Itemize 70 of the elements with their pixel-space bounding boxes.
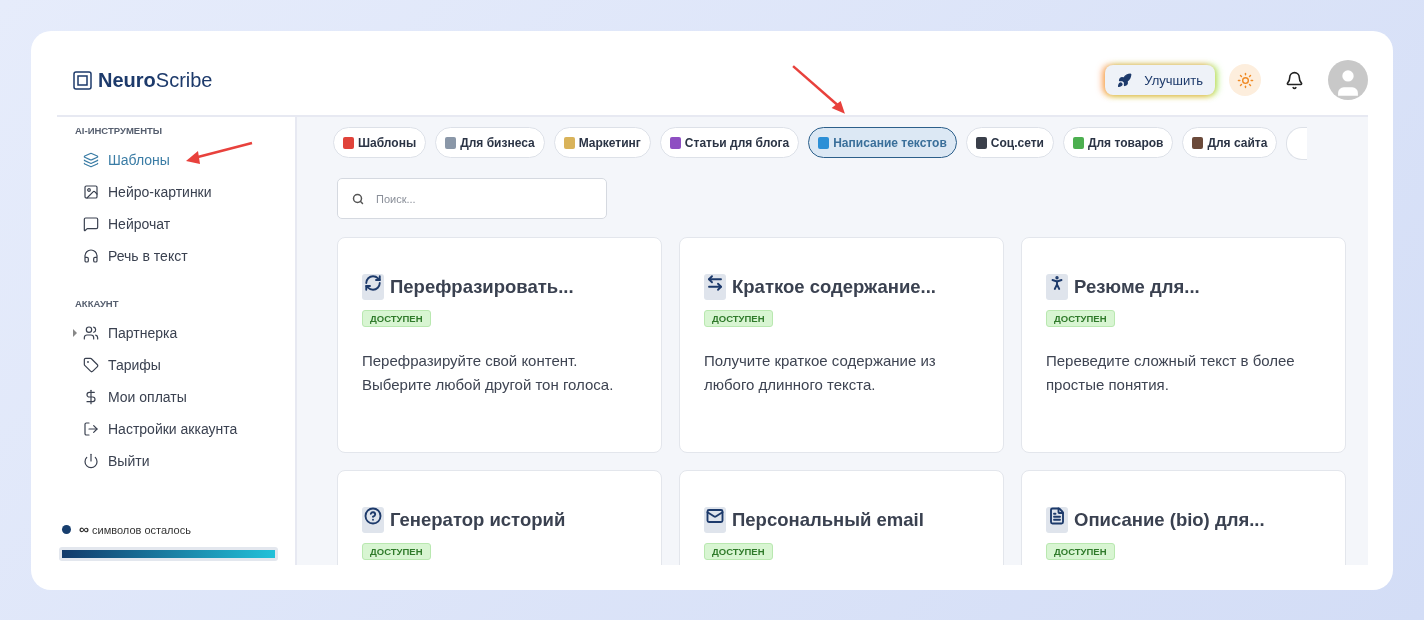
category-chip[interactable]: Статьи для блога — [659, 127, 800, 158]
template-card[interactable]: Генератор историй ДОСТУПЕН — [337, 470, 662, 565]
chat-icon — [83, 216, 99, 232]
logout-icon — [83, 421, 99, 437]
question-icon — [362, 507, 384, 533]
status-badge: ДОСТУПЕН — [704, 310, 773, 327]
tag-icon — [83, 357, 99, 373]
template-description: Переведите сложный текст в более простые понятия. — [1046, 351, 1296, 395]
status-badge: ДОСТУПЕН — [704, 543, 773, 560]
sidebar-item[interactable]: Тарифы — [57, 349, 295, 381]
search-icon — [352, 192, 364, 205]
avatar[interactable] — [1328, 60, 1368, 100]
sidebar-item[interactable]: Нейрочат — [57, 208, 295, 240]
sidebar-item[interactable]: Выйти — [57, 445, 295, 477]
sidebar-item[interactable]: Шаблоны — [57, 144, 295, 176]
category-chip[interactable]: Для бизнеса — [435, 127, 545, 158]
category-chip[interactable]: Написание текстов — [808, 127, 957, 158]
template-title: Резюме для... — [1074, 276, 1200, 298]
image-icon — [83, 184, 99, 200]
person-icon — [1046, 274, 1068, 300]
upgrade-button[interactable]: Улучшить — [1105, 65, 1215, 95]
power-icon — [83, 453, 99, 469]
sidebar-item[interactable]: Мои оплаты — [57, 381, 295, 413]
template-card[interactable]: Описание (bio) для... ДОСТУПЕН — [1021, 470, 1346, 565]
sidebar-item[interactable]: Нейро-картинки — [57, 176, 295, 208]
category-chip[interactable]: Маркетинг — [553, 127, 651, 158]
refresh-icon — [362, 274, 384, 300]
category-chip[interactable]: Шаблоны — [333, 127, 427, 158]
layers-icon — [83, 152, 99, 168]
annotation-arrow — [184, 140, 254, 166]
template-card[interactable]: Перефразировать... ДОСТУПЕН Перефразируйте свой контент. Выберите любой другой тон голоса. — [337, 237, 662, 453]
headphones-icon — [83, 248, 99, 264]
sidebar-item[interactable]: Партнерка — [57, 317, 295, 349]
template-title: Краткое содержание... — [732, 276, 936, 298]
dollar-icon — [83, 389, 99, 405]
template-title: Персональный email — [732, 509, 924, 531]
mail-icon — [704, 507, 726, 533]
status-badge: ДОСТУПЕН — [362, 310, 431, 327]
category-chip[interactable] — [1286, 127, 1308, 160]
template-title: Генератор историй — [390, 509, 566, 531]
logo-text: NeuroScribe — [98, 68, 213, 92]
template-card[interactable]: Резюме для... ДОСТУПЕН Переведите сложный текст в более простые понятия. — [1021, 237, 1346, 453]
sidebar-item[interactable]: Настройки аккаунта — [57, 413, 295, 445]
category-chip[interactable]: Соц.сети — [965, 127, 1054, 158]
logo-icon — [73, 70, 92, 90]
category-chip[interactable]: Для сайта — [1182, 127, 1278, 158]
template-title: Перефразировать... — [390, 276, 574, 298]
arrows-icon — [704, 274, 726, 300]
template-description: Получите краткое содержание из любого длинного текста. — [704, 351, 937, 395]
template-card[interactable]: Краткое содержание... ДОСТУПЕН Получите краткое содержание из любого длинного текста. — [679, 237, 1004, 453]
credits-text: ∞ символов осталось — [79, 521, 191, 537]
sidebar-item[interactable]: Речь в текст — [57, 240, 295, 272]
search-input[interactable]: Поиск... — [374, 191, 578, 206]
template-card[interactable]: Персональный email ДОСТУПЕН — [679, 470, 1004, 565]
bell-icon — [1285, 70, 1304, 90]
section-title: АККАУНТ — [74, 298, 120, 309]
template-title: Описание (bio) для... — [1074, 509, 1265, 531]
status-badge: ДОСТУПЕН — [1046, 310, 1115, 327]
rocket-icon — [1117, 72, 1133, 88]
status-dot — [62, 524, 71, 534]
sun-icon — [1236, 71, 1254, 89]
theme-toggle-button[interactable] — [1229, 64, 1261, 96]
section-title: AI-ИНСТРУМЕНТЫ — [74, 125, 164, 136]
template-description: Перефразируйте свой контент. Выберите любой другой тон голоса. — [362, 351, 615, 395]
category-chip[interactable]: Для товаров — [1062, 127, 1174, 158]
status-badge: ДОСТУПЕН — [1046, 543, 1115, 560]
users-icon — [83, 325, 99, 341]
status-badge: ДОСТУПЕН — [362, 543, 431, 560]
document-icon — [1046, 507, 1068, 533]
search-field[interactable]: Поиск... — [337, 178, 607, 219]
